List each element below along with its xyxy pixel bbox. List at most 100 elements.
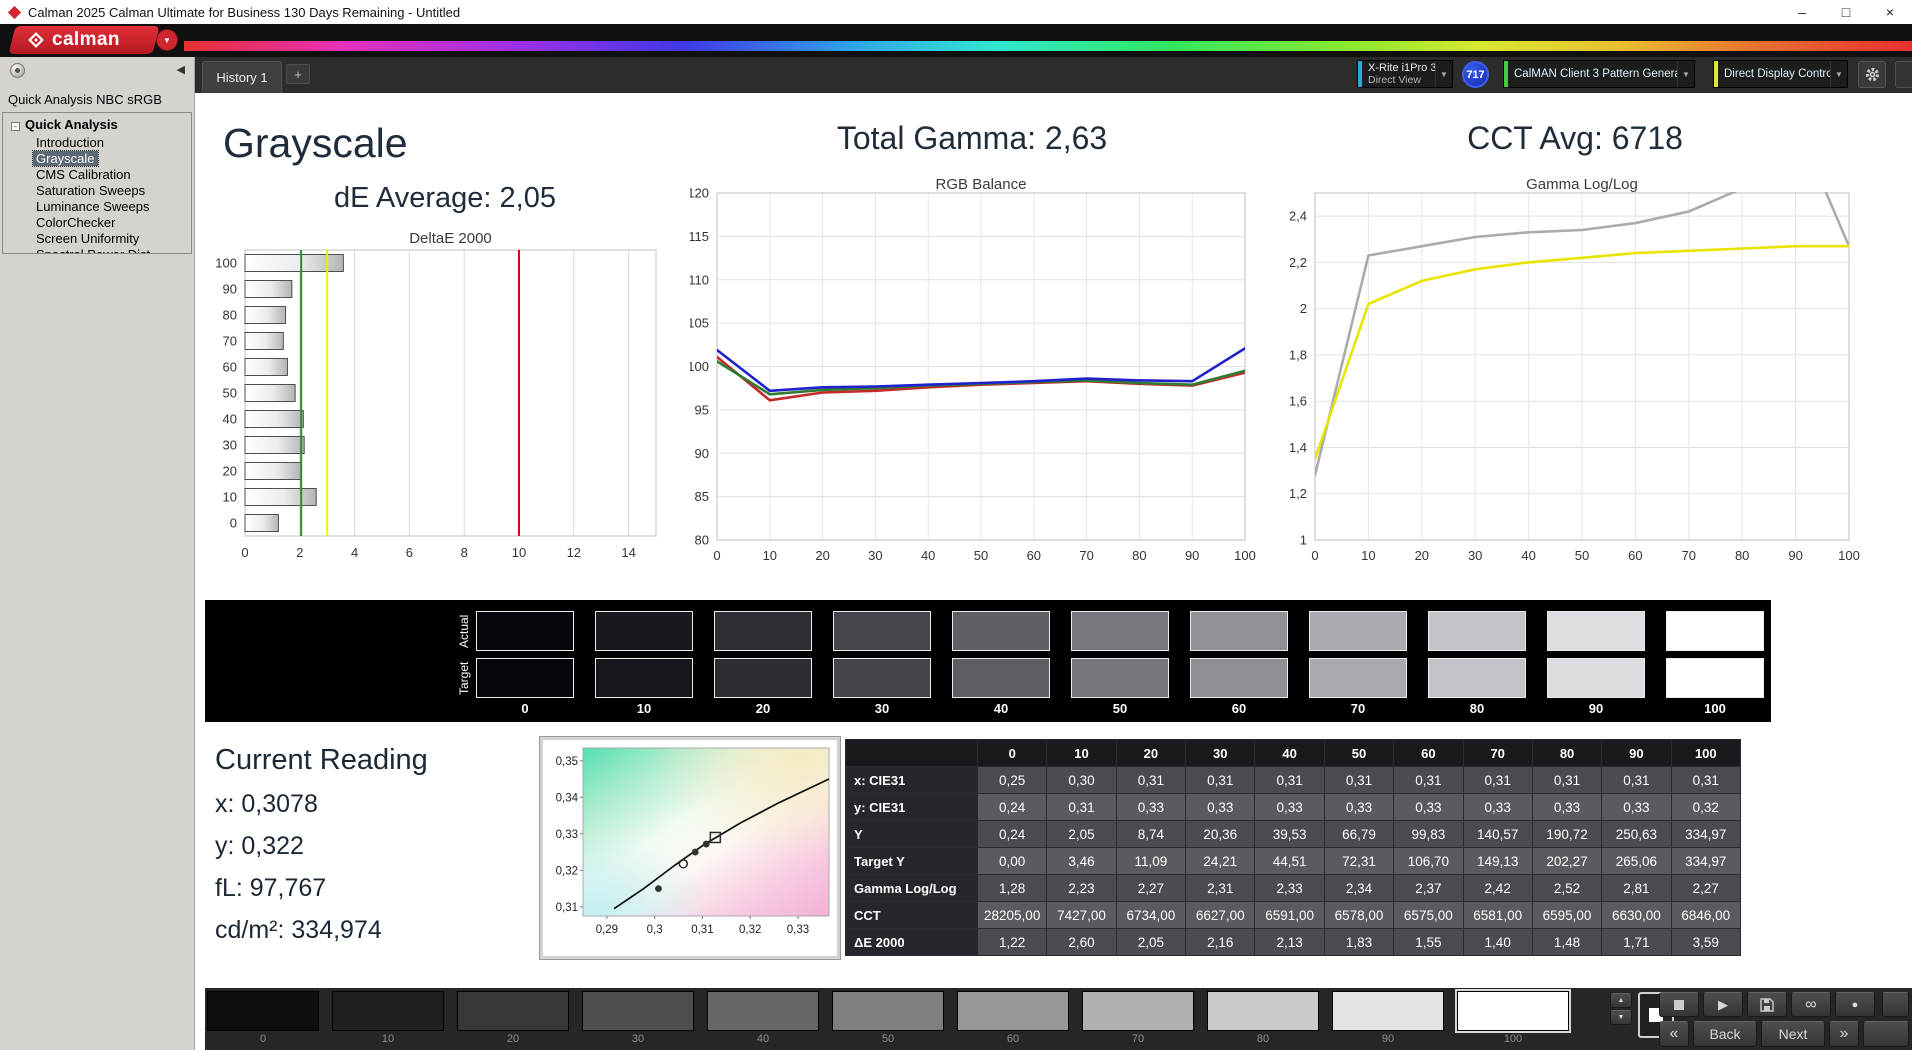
overflow-transport-button-top[interactable] — [1882, 992, 1909, 1017]
swatch-actual-20 — [714, 611, 812, 651]
pattern-patch-50[interactable]: 50 — [832, 991, 944, 1045]
table-row-y: Y0,242,058,7420,3639,5366,7999,83140,571… — [846, 821, 1741, 848]
table-cell: 72,31 — [1324, 848, 1393, 875]
next-skip-button[interactable]: » — [1829, 1021, 1859, 1047]
display-control-dropdown[interactable]: Direct Display Control ▼ — [1713, 60, 1848, 88]
sidebar-item-luminance-sweeps[interactable]: Luminance Sweeps — [33, 199, 152, 214]
logo-dropdown-button[interactable]: ▼ — [156, 29, 178, 51]
table-cell: 0,33 — [1116, 794, 1185, 821]
sidebar-item-colorchecker[interactable]: ColorChecker — [33, 215, 118, 230]
table-row-gamma-log-log: Gamma Log/Log1,282,232,272,312,332,342,3… — [846, 875, 1741, 902]
svg-text:0,34: 0,34 — [556, 792, 579, 804]
settings-button[interactable] — [1858, 61, 1886, 88]
svg-text:85: 85 — [695, 489, 709, 504]
table-column-header-40: 40 — [1255, 740, 1324, 767]
target-row-label: Target — [457, 656, 471, 700]
calman-logo[interactable]: calman ▼ — [8, 26, 184, 55]
minimize-button[interactable]: – — [1780, 0, 1824, 24]
sidebar-item-cms-calibration[interactable]: CMS Calibration — [33, 167, 134, 182]
table-row--e-2000: ΔE 20001,222,602,052,162,131,831,551,401… — [846, 929, 1741, 956]
window-title: Calman 2025 Calman Ultimate for Business… — [28, 5, 460, 20]
title-bar: Calman 2025 Calman Ultimate for Business… — [0, 0, 1912, 24]
meter-reading-badge[interactable]: 717 — [1462, 61, 1489, 88]
loop-button[interactable]: ∞ — [1791, 992, 1831, 1017]
svg-text:30: 30 — [223, 438, 237, 453]
top-toolbar: calman ▼ — [0, 24, 1912, 57]
table-cell: 6575,00 — [1394, 902, 1463, 929]
table-column-header-100: 100 — [1671, 740, 1740, 767]
sidebar-item-introduction[interactable]: Introduction — [33, 135, 107, 150]
deltae-bar-10 — [245, 489, 316, 506]
swatch-column-labels: 0102030405060708090100 — [476, 701, 1764, 716]
workflow-sidebar: ◀ Quick Analysis NBC sRGB -Quick Analysi… — [0, 57, 195, 1050]
svg-text:60: 60 — [1628, 548, 1642, 563]
sidebar-item-screen-uniformity[interactable]: Screen Uniformity — [33, 231, 142, 246]
pattern-patch-30[interactable]: 30 — [582, 991, 694, 1045]
sidebar-item-grayscale[interactable]: Grayscale — [33, 151, 98, 166]
loop-icon: ∞ — [1805, 996, 1816, 1014]
tree-collapse-icon[interactable]: - — [11, 122, 20, 131]
back-button[interactable]: Back — [1693, 1021, 1757, 1047]
add-tab-button[interactable]: + — [286, 64, 310, 84]
svg-text:0,32: 0,32 — [556, 865, 578, 877]
swatch-actual-10 — [595, 611, 693, 651]
deltae-bar-80 — [245, 307, 286, 324]
swatch-column-label: 50 — [1071, 701, 1169, 716]
pattern-patch-100[interactable]: 100 — [1457, 991, 1569, 1045]
back-skip-button[interactable]: « — [1659, 1021, 1689, 1047]
play-button[interactable]: ▶ — [1703, 992, 1743, 1017]
table-cell: 0,31 — [1116, 767, 1185, 794]
pin-icon[interactable] — [10, 63, 25, 78]
save-button[interactable] — [1747, 992, 1787, 1017]
double-chevron-left-icon: « — [1670, 1025, 1679, 1043]
sidebar-item-quick-analysis[interactable]: -Quick Analysis — [3, 116, 191, 134]
pattern-generator-dropdown[interactable]: CalMAN Client 3 Pattern Generator ▼ — [1503, 60, 1695, 88]
overflow-toolbar-button[interactable] — [1895, 61, 1912, 88]
close-button[interactable]: × — [1868, 0, 1912, 24]
maximize-button[interactable]: □ — [1824, 0, 1868, 24]
swatch-actual-60 — [1190, 611, 1288, 651]
pattern-patch-20[interactable]: 20 — [457, 991, 569, 1045]
table-cell: 0,32 — [1671, 794, 1740, 821]
table-cell: 106,70 — [1394, 848, 1463, 875]
svg-text:1,8: 1,8 — [1290, 347, 1307, 362]
record-button[interactable]: ● — [1835, 992, 1875, 1017]
spin-up-button[interactable]: ▲ — [1610, 993, 1632, 1008]
spin-down-button[interactable]: ▼ — [1610, 1010, 1632, 1025]
table-cell: 0,31 — [1047, 794, 1116, 821]
pattern-patch-40[interactable]: 40 — [707, 991, 819, 1045]
table-cell: 6627,00 — [1186, 902, 1255, 929]
sidebar-item-saturation-sweeps[interactable]: Saturation Sweeps — [33, 183, 148, 198]
svg-text:0,35: 0,35 — [556, 756, 578, 768]
table-cell: 2,37 — [1394, 875, 1463, 902]
sidebar-item-spectral-power-dist-[interactable]: Spectral Power Dist. — [33, 247, 157, 254]
svg-text:80: 80 — [695, 533, 709, 548]
meter-dropdown[interactable]: X-Rite i1Pro 3 Direct View ▼ — [1357, 60, 1453, 88]
tab-history-1[interactable]: History 1 — [202, 61, 282, 93]
pattern-patch-90[interactable]: 90 — [1332, 991, 1444, 1045]
svg-text:10: 10 — [223, 490, 237, 505]
pattern-patch-0[interactable]: 0 — [207, 991, 319, 1045]
svg-text:50: 50 — [1575, 548, 1589, 563]
swatch-actual-100 — [1666, 611, 1764, 651]
table-cell: 0,24 — [978, 821, 1047, 848]
table-cell: 1,48 — [1532, 929, 1601, 956]
pattern-patch-60[interactable]: 60 — [957, 991, 1069, 1045]
workflow-tree: -Quick Analysis IntroductionGrayscaleCMS… — [2, 112, 192, 254]
overflow-transport-button-bottom[interactable] — [1863, 1021, 1909, 1047]
swatch-target-60 — [1190, 658, 1288, 698]
pattern-patch-80[interactable]: 80 — [1207, 991, 1319, 1045]
page-title: Grayscale — [223, 120, 408, 167]
stop-button[interactable] — [1659, 992, 1699, 1017]
pattern-transport-bar: 0102030405060708090100 ▲ ▼ ▶ ∞ ● « Back … — [205, 988, 1912, 1050]
next-button[interactable]: Next — [1761, 1021, 1825, 1047]
pattern-patch-70[interactable]: 70 — [1082, 991, 1194, 1045]
sidebar-collapse-icon[interactable]: ◀ — [177, 63, 185, 76]
swatch-target-80 — [1428, 658, 1526, 698]
svg-text:2: 2 — [1300, 301, 1307, 316]
swatch-target-30 — [833, 658, 931, 698]
pattern-patch-10[interactable]: 10 — [332, 991, 444, 1045]
table-cell: 202,27 — [1532, 848, 1601, 875]
svg-text:110: 110 — [690, 272, 709, 287]
table-cell: 0,33 — [1324, 794, 1393, 821]
